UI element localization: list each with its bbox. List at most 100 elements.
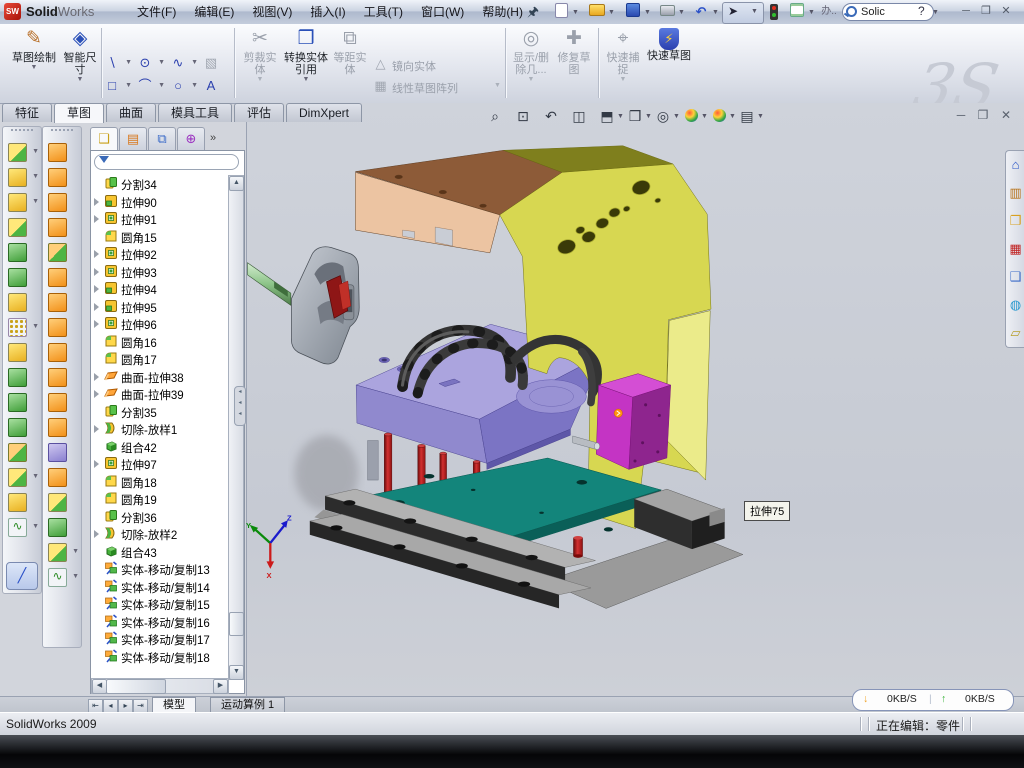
dropdown-icon[interactable]: ▼	[645, 113, 652, 120]
linear-sketch-pattern-button[interactable]: ▦ 线性草图阵列	[370, 76, 500, 97]
view-orientation-icon[interactable]: ⬒	[596, 105, 618, 127]
extend-surface-button[interactable]	[43, 365, 81, 390]
vscroll-thumb[interactable]	[229, 612, 244, 636]
hole-wizard-button[interactable]	[3, 290, 41, 315]
filled-surface-button[interactable]	[43, 265, 81, 290]
pin-icon[interactable]: 🖈	[524, 3, 542, 21]
print-icon[interactable]	[658, 3, 676, 21]
scroll-right-button[interactable]: ▶	[213, 679, 228, 694]
display-delete-relations-button[interactable]: ◎ 显示/删除几... ▼	[510, 26, 552, 98]
dropdown-icon[interactable]: ▼	[757, 113, 764, 120]
zoom-to-fit-icon[interactable]: ⌕	[484, 105, 506, 127]
planar-surface-button[interactable]	[43, 290, 81, 315]
doc-nav-button[interactable]: ⇥	[133, 699, 148, 713]
print-dropdown-icon[interactable]: ▼	[678, 9, 685, 16]
thicken-button[interactable]	[43, 515, 81, 540]
doc-nav-button[interactable]: ▸	[118, 699, 133, 713]
design-library-icon[interactable]: ▥	[1006, 179, 1024, 207]
ribbon-tab-2[interactable]: 曲面	[106, 103, 156, 122]
expander-icon[interactable]	[94, 268, 99, 276]
scroll-down-button[interactable]: ▼	[229, 665, 244, 680]
tree-item[interactable]: 圆角16	[91, 333, 227, 351]
shell-button[interactable]	[3, 415, 41, 440]
view-palette-icon[interactable]: ❑	[1006, 263, 1024, 291]
fillet-button[interactable]: ▼	[3, 190, 41, 215]
tree-item[interactable]: 拉伸94	[91, 280, 227, 298]
offset-entities-button[interactable]: ⧉ 等距实体	[332, 26, 368, 98]
convert-entities-button[interactable]: ❒ 转换实体引用 ▼	[282, 26, 330, 98]
freeform-button[interactable]: ∿▼	[43, 565, 81, 590]
lofted-surface-button[interactable]	[43, 215, 81, 240]
hscroll-thumb[interactable]	[106, 679, 166, 694]
new-dropdown-icon[interactable]: ▼	[572, 9, 579, 16]
reference-geometry-button[interactable]	[3, 490, 41, 515]
measure-button[interactable]: ╱	[6, 562, 38, 590]
move-face-button[interactable]	[3, 440, 41, 465]
dropdown-icon[interactable]: ▼	[729, 113, 736, 120]
smart-dimension-button[interactable]: ◈ 智能尺寸 ▼	[60, 26, 100, 98]
text-button[interactable]: A	[200, 75, 233, 97]
apply-scene-icon[interactable]	[708, 105, 730, 127]
edit-appearance-icon[interactable]	[680, 105, 702, 127]
doc-restore-button[interactable]: ❐	[974, 108, 992, 124]
trim-entities-button[interactable]: ✂ 剪裁实体 ▼	[240, 26, 280, 98]
tree-item[interactable]: 组合42	[91, 438, 227, 456]
tree-item[interactable]: 分割34	[91, 175, 227, 193]
boundary-surface-button[interactable]	[43, 240, 81, 265]
rebuild-icon[interactable]	[770, 4, 778, 20]
expander-icon[interactable]	[94, 460, 99, 468]
guide-rod[interactable]	[248, 263, 291, 306]
select-box-button[interactable]: ▧	[200, 52, 233, 74]
dropdown-icon[interactable]: ▼	[32, 173, 39, 180]
open-dropdown-icon[interactable]: ▼	[608, 9, 615, 16]
toolbar-grip[interactable]	[51, 129, 73, 138]
slider-block[interactable]	[291, 247, 359, 364]
model-3d-view[interactable]: Y Z X	[246, 103, 1024, 696]
tree-item[interactable]: 拉伸95	[91, 298, 227, 316]
tree-vscrollbar[interactable]: ▲ ▼	[228, 175, 244, 680]
insert-feature-button[interactable]: ▼	[3, 465, 41, 490]
tree-item[interactable]: 圆角18	[91, 473, 227, 491]
menu-item[interactable]: 编辑(E)	[185, 0, 243, 24]
pattern-dropdown-icon[interactable]: ▼	[494, 82, 501, 89]
menu-item[interactable]: 文件(F)	[128, 0, 185, 24]
expander-icon[interactable]	[94, 390, 99, 398]
tree-item[interactable]: 组合43	[91, 543, 227, 561]
tree-item[interactable]: 实体-移动/复制17	[91, 630, 227, 648]
expander-icon[interactable]	[94, 215, 99, 223]
expander-icon[interactable]	[94, 530, 99, 538]
file-explorer-icon[interactable]: ❐	[1006, 207, 1024, 235]
options-icon[interactable]	[788, 3, 806, 21]
dropdown-icon[interactable]: ▼	[617, 113, 624, 120]
tree-item[interactable]: 拉伸91	[91, 210, 227, 228]
tree-item[interactable]: 拉伸93	[91, 263, 227, 281]
undo-dropdown-icon[interactable]: ▼	[712, 9, 719, 16]
rapid-sketch-button[interactable]: ⚡ 快速草图	[647, 26, 691, 98]
repair-sketch-button[interactable]: ✚ 修复草图	[554, 26, 594, 98]
help-dropdown-icon[interactable]: ▼	[932, 9, 939, 16]
dropdown-icon[interactable]: ▼	[32, 473, 39, 480]
side-core-block[interactable]	[596, 374, 670, 470]
doc-close-button[interactable]: ✕	[997, 108, 1015, 124]
new-document-icon[interactable]	[552, 3, 570, 21]
propertymanager-tab[interactable]: ▤	[119, 127, 147, 151]
spline-button[interactable]: ∿▼	[167, 52, 200, 74]
dropdown-icon[interactable]: ▼	[158, 82, 165, 89]
open-icon[interactable]	[588, 3, 606, 21]
offset-surface-button[interactable]	[43, 315, 81, 340]
close-button[interactable]: ✕	[998, 4, 1014, 19]
menu-item[interactable]: 工具(T)	[355, 0, 412, 24]
dropdown-icon[interactable]: ▼	[125, 59, 132, 66]
dropdown-icon[interactable]: ▼	[191, 82, 198, 89]
ellipse-button[interactable]: ○▼	[167, 75, 200, 97]
scroll-up-button[interactable]: ▲	[229, 176, 244, 191]
doc-nav-button[interactable]: ⇤	[88, 699, 103, 713]
dropdown-icon[interactable]: ▼	[32, 523, 39, 530]
expander-icon[interactable]	[94, 373, 99, 381]
hide-show-items-icon[interactable]: ◎	[652, 105, 674, 127]
replace-face-button[interactable]	[43, 415, 81, 440]
tree-item[interactable]: 分割36	[91, 508, 227, 526]
expander-icon[interactable]	[94, 320, 99, 328]
fillet-surface-button[interactable]: ▼	[43, 540, 81, 565]
extruded-cut-button[interactable]: ▼	[3, 165, 41, 190]
